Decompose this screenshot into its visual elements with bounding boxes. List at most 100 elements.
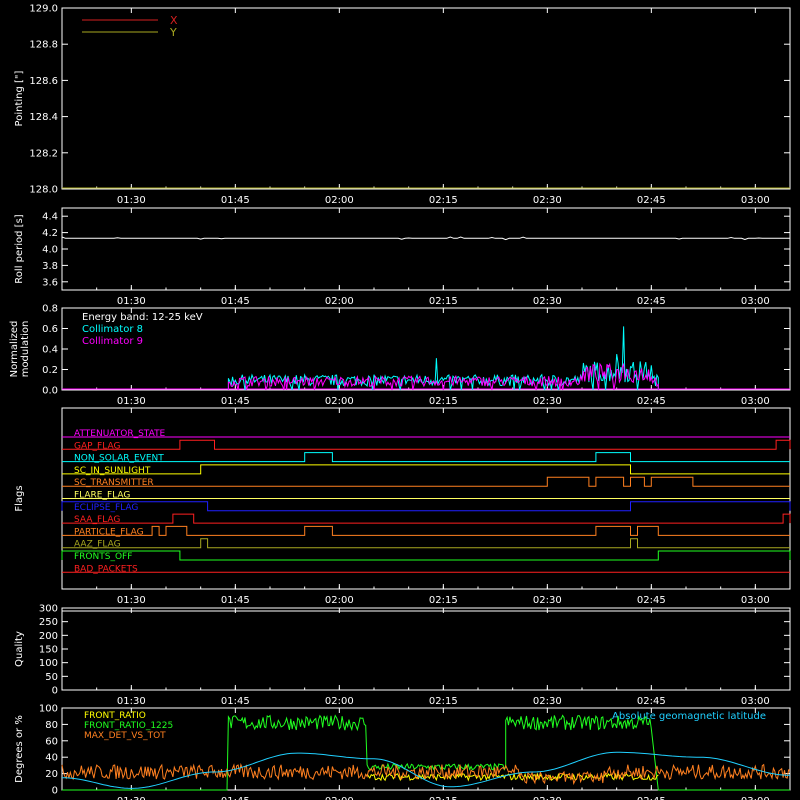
- x-tick-label: 02:30: [533, 696, 562, 707]
- x-tick-label: 03:00: [741, 696, 770, 707]
- annotation-text: Energy band: 12-25 keV: [82, 312, 203, 323]
- x-tick-label: 02:45: [637, 195, 666, 206]
- y-tick-label: 100: [39, 658, 58, 669]
- y-tick-label: 150: [39, 645, 58, 656]
- y-axis-label: Degrees or %: [14, 715, 25, 783]
- y-tick-label: 60: [45, 736, 58, 747]
- x-tick-label: 02:15: [429, 396, 458, 407]
- y-tick-label: 20: [45, 769, 58, 780]
- x-tick-label: 02:15: [429, 796, 458, 800]
- flag-trace: [62, 452, 790, 463]
- x-tick-label: 02:45: [637, 696, 666, 707]
- x-tick-label: 02:45: [637, 595, 666, 606]
- y-tick-label: 3.6: [42, 277, 58, 288]
- x-tick-label: 03:00: [741, 195, 770, 206]
- y-axis-label: Flags: [14, 485, 25, 511]
- legend-label-Y: Y: [169, 26, 177, 39]
- flag-trace: [62, 513, 791, 524]
- flag-trace: [62, 464, 790, 475]
- y-tick-label: 80: [45, 720, 58, 731]
- x-tick-label: 02:30: [533, 296, 562, 307]
- annotation-text: Collimator 9: [82, 336, 143, 347]
- y-tick-label: 4.2: [42, 228, 58, 239]
- x-tick-label: 02:15: [429, 296, 458, 307]
- x-tick-label: 01:45: [221, 595, 250, 606]
- x-tick-label: 03:00: [741, 796, 770, 800]
- x-tick-label: 02:00: [325, 396, 354, 407]
- x-tick-label: 02:30: [533, 195, 562, 206]
- y-tick-label: 0: [52, 786, 58, 797]
- y-tick-label: 40: [45, 753, 58, 764]
- panel-frame-roll: [61, 207, 791, 291]
- x-tick-label: 03:00: [741, 396, 770, 407]
- x-tick-label: 03:00: [741, 595, 770, 606]
- y-tick-label: 250: [39, 617, 58, 628]
- y-axis-label: Roll period [s]: [14, 214, 25, 283]
- y-tick-label: 3.8: [42, 261, 58, 272]
- series-roll-period: [61, 236, 790, 241]
- y-tick-label: 0.4: [42, 345, 58, 356]
- x-tick-label: 02:30: [533, 796, 562, 800]
- x-tick-label: 01:30: [117, 595, 146, 606]
- x-tick-label: 02:00: [325, 296, 354, 307]
- y-axis-label: Pointing ["]: [14, 70, 25, 126]
- x-tick-label: 01:45: [221, 195, 250, 206]
- legend-label: MAX_DET_VS_TOT: [84, 731, 166, 741]
- x-tick-label: 02:15: [429, 696, 458, 707]
- flag-trace: [61, 501, 791, 512]
- flag-label: ECLIPSE_FLAG: [74, 503, 138, 513]
- x-tick-label: 02:15: [429, 595, 458, 606]
- flag-trace: [62, 538, 790, 549]
- y-tick-label: 129.0: [29, 4, 58, 15]
- x-tick-label: 01:45: [221, 296, 250, 307]
- flag-trace: [62, 525, 790, 536]
- x-tick-label: 01:45: [221, 396, 250, 407]
- y-tick-label: 300: [39, 604, 58, 615]
- annotation-text: Collimator 8: [82, 324, 143, 335]
- x-tick-label: 02:00: [325, 195, 354, 206]
- y-tick-label: 0: [52, 686, 58, 697]
- y-tick-label: 0.0: [42, 386, 58, 397]
- figure-canvas: 01:30 01:45 02:00 02:15 02:30 02:45 03:00 128.0…: [9, 4, 791, 800]
- flag-trace: [61, 550, 791, 561]
- x-tick-label: 02:45: [637, 296, 666, 307]
- x-tick-label: 01:30: [117, 195, 146, 206]
- x-tick-label: 02:45: [637, 796, 666, 800]
- y-tick-label: 4.4: [42, 212, 58, 223]
- x-tick-label: 01:45: [221, 796, 250, 800]
- flag-trace: [62, 439, 791, 450]
- x-tick-label: 01:45: [221, 696, 250, 707]
- y-tick-label: 128.2: [29, 148, 58, 159]
- x-tick-label: 02:15: [429, 195, 458, 206]
- x-tick-label: 02:30: [533, 396, 562, 407]
- flag-trace: [62, 476, 790, 487]
- y-axis-label: modulation: [20, 321, 31, 378]
- y-tick-label: 50: [45, 672, 58, 683]
- x-tick-label: 02:30: [533, 595, 562, 606]
- x-tick-label: 02:45: [637, 396, 666, 407]
- x-tick-label: 01:30: [117, 296, 146, 307]
- x-tick-label: 01:30: [117, 396, 146, 407]
- y-tick-label: 0.2: [42, 365, 58, 376]
- y-axis-label: Normalized: [9, 321, 20, 378]
- y-tick-label: 0.8: [42, 304, 58, 315]
- x-tick-label: 02:00: [325, 796, 354, 800]
- y-tick-label: 128.0: [29, 185, 58, 196]
- x-tick-label: 02:00: [325, 696, 354, 707]
- y-tick-label: 4.0: [42, 245, 58, 256]
- y-tick-label: 128.8: [29, 40, 58, 51]
- legend-label: FRONT_RATIO: [84, 711, 146, 721]
- y-tick-label: 128.4: [29, 112, 58, 123]
- annotation-text: Absolute geomagnetic latitude: [612, 711, 766, 722]
- y-tick-label: 128.6: [29, 76, 58, 87]
- y-tick-label: 100: [39, 704, 58, 715]
- x-tick-label: 01:30: [117, 796, 146, 800]
- x-tick-label: 03:00: [741, 296, 770, 307]
- flag-label: FRONTS_OFF: [74, 552, 132, 562]
- y-tick-label: 0.6: [42, 324, 58, 335]
- panel-frame-quality: [61, 607, 791, 691]
- legend-label: FRONT_RATIO_1225: [84, 721, 173, 731]
- y-axis-label: Quality: [14, 631, 25, 667]
- y-tick-label: 200: [39, 631, 58, 642]
- x-tick-label: 01:30: [117, 696, 146, 707]
